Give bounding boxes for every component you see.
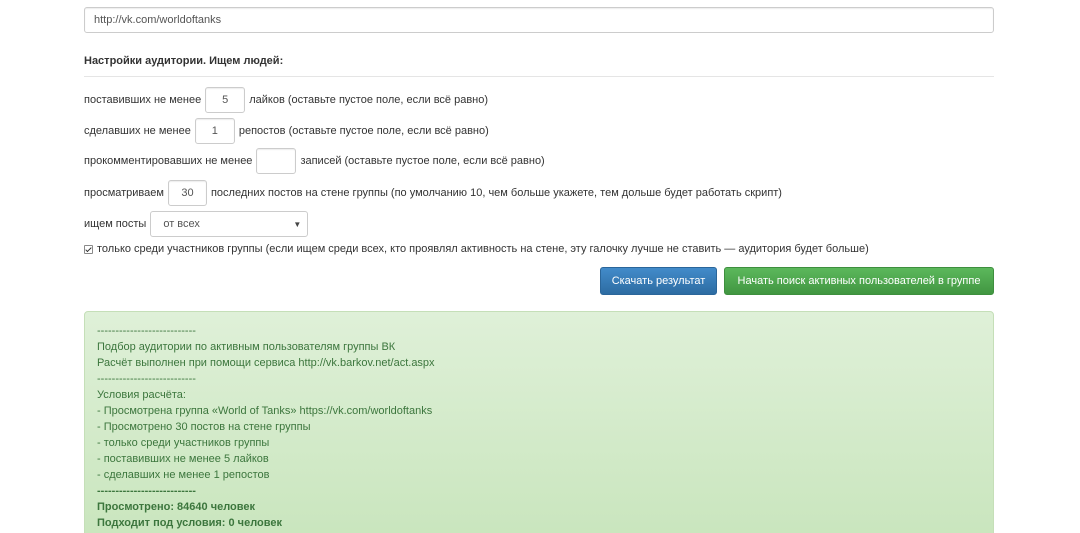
result-matching-count: Подходит под условия: 0 человек <box>97 517 282 529</box>
posts-count-row: просматриваем последних постов на стене … <box>84 180 782 206</box>
result-line: --------------------------- <box>97 325 196 337</box>
post-filter-row: ищем посты от всех ▼ <box>84 211 309 237</box>
result-line: - Просмотрена группа «World of Tanks» ht… <box>97 405 433 417</box>
result-line: --------------------------- <box>97 485 196 497</box>
min-likes-input[interactable] <box>205 87 246 113</box>
caret-down-icon: ▼ <box>293 219 302 229</box>
section-divider <box>84 76 994 77</box>
comments-prefix-label: прокомментировавших не менее <box>84 155 253 167</box>
min-comments-input[interactable] <box>256 148 297 174</box>
audience-settings-title: Настройки аудитории. Ищем людей: <box>84 55 284 67</box>
members-only-checkbox[interactable] <box>84 244 93 254</box>
result-line: - только среди участников группы <box>97 437 270 449</box>
comments-suffix-label: записей (оставьте пустое поле, если всё … <box>300 155 545 167</box>
post-filter-label: ищем посты <box>84 218 147 230</box>
result-line: - Просмотрено 30 постов на стене группы <box>97 421 311 433</box>
min-reposts-input[interactable] <box>194 118 235 144</box>
posts-count-input[interactable] <box>167 180 207 206</box>
post-filter-selected-value: от всех <box>163 218 200 230</box>
group-url-input[interactable] <box>84 7 994 33</box>
members-only-label: только среди участников группы (если ище… <box>97 243 869 255</box>
result-line: Расчёт выполнен при помощи сервиса http:… <box>97 357 435 369</box>
likes-prefix-label: поставивших не менее <box>84 94 202 106</box>
post-filter-select[interactable]: от всех ▼ <box>150 211 309 237</box>
reposts-row: сделавших не менее репостов (оставьте пу… <box>84 118 489 144</box>
likes-row: поставивших не менее лайков (оставьте пу… <box>84 87 488 113</box>
result-line: Подбор аудитории по активным пользовател… <box>97 341 396 353</box>
posts-suffix-label: последних постов на стене группы (по умо… <box>210 187 782 199</box>
start-search-button[interactable]: Начать поиск активных пользователей в гр… <box>724 267 994 295</box>
reposts-prefix-label: сделавших не менее <box>84 125 191 137</box>
comments-row: прокомментировавших не менее записей (ос… <box>84 148 545 174</box>
reposts-suffix-label: репостов (оставьте пустое поле, если всё… <box>238 125 489 137</box>
result-viewed-count: Просмотрено: 84640 человек <box>97 501 256 513</box>
result-panel: --------------------------- Подбор аудит… <box>84 311 994 533</box>
result-line: Условия расчёта: <box>97 389 186 401</box>
likes-suffix-label: лайков (оставьте пустое поле, если всё р… <box>249 94 489 106</box>
members-only-row: только среди участников группы (если ище… <box>84 243 869 255</box>
result-line: - поставивших не менее 5 лайков <box>97 453 269 465</box>
page: Настройки аудитории. Ищем людей: постави… <box>0 0 1080 533</box>
result-line: - сделавших не менее 1 репостов <box>97 469 270 481</box>
posts-prefix-label: просматриваем <box>84 187 164 199</box>
result-line: --------------------------- <box>97 373 196 385</box>
download-result-button[interactable]: Скачать результат <box>600 267 717 295</box>
